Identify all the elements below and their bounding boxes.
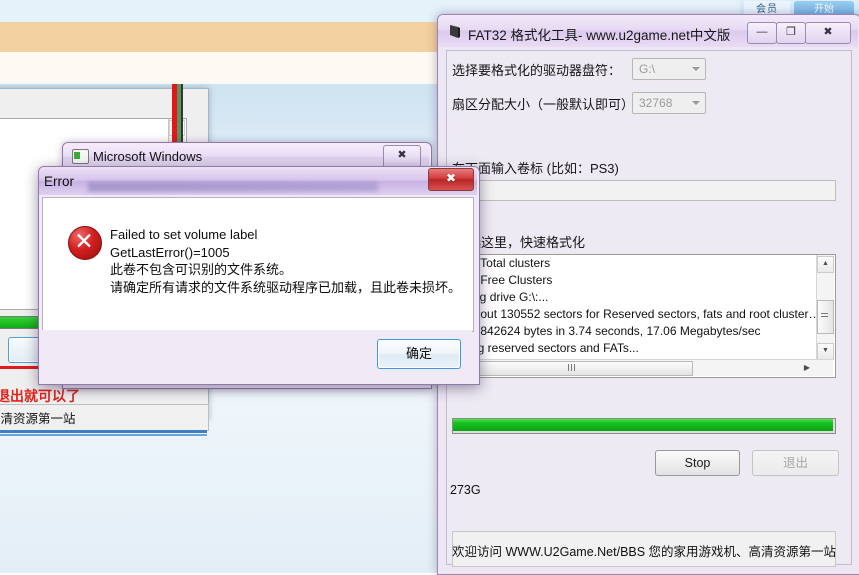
error-message-line: 此卷不包含可识别的文件系统。 xyxy=(110,262,293,277)
windows-dialog-icon-accent xyxy=(74,152,80,159)
background-app-blue-line-1 xyxy=(0,430,207,433)
mswin-dialog-title: Microsoft Windows xyxy=(93,149,203,164)
minimize-button[interactable]: — xyxy=(747,22,777,44)
list-item: lising reserved sectors and FATs... xyxy=(457,341,639,355)
list-item: ring out 130552 sectors for Reserved sec… xyxy=(457,307,821,321)
background-app-banner-text: 您的家用游戏机、高清资源第一站 xyxy=(0,412,76,426)
allocation-size-label: 扇区分配大小（一般默认即可） xyxy=(452,97,635,112)
background-app-red-note: 好了，点击退出就可以了 xyxy=(0,388,80,404)
background-app-blue-line-2 xyxy=(0,434,207,436)
error-message-line: 请确定所有请求的文件系统驱动程序已加载，且此卷未损坏。 xyxy=(110,279,462,295)
error-message: Failed to set volume label GetLastError(… xyxy=(110,226,462,296)
drive-select-dropdown[interactable]: G:\ xyxy=(632,58,706,80)
chevron-down-icon xyxy=(692,101,700,105)
scrollbar-grip-icon xyxy=(568,364,576,371)
scroll-up-icon[interactable]: ▲ xyxy=(817,256,834,273)
drive-select-label: 选择要格式化的驱动器盘符： xyxy=(452,63,622,78)
fat32-banner-text: 欢迎访问 WWW.U2Game.Net/BBS 您的家用游戏机、高清资源第一站 xyxy=(452,545,837,559)
format-progress-fill xyxy=(453,419,833,431)
list-item: atting drive G:\:... xyxy=(457,290,549,304)
drive-select-value: G:\ xyxy=(639,62,656,76)
error-x-glyph-icon: ✕ xyxy=(74,228,94,254)
error-dialog-title: Error xyxy=(44,174,74,189)
list-item: 128 Free Clusters xyxy=(457,273,553,287)
error-dialog-blurred-text xyxy=(88,182,378,192)
allocation-size-dropdown[interactable]: 32768 xyxy=(632,92,706,114)
app-icon xyxy=(448,24,462,39)
scroll-right-icon[interactable]: ▶ xyxy=(800,362,814,374)
maximize-button[interactable]: ❐ xyxy=(776,22,806,44)
list-item: e 66842624 bytes in 3.74 seconds, 17.06 … xyxy=(457,324,761,338)
scroll-down-icon[interactable]: ▼ xyxy=(817,343,834,360)
stop-button[interactable]: Stop xyxy=(655,450,740,476)
list-item: FAT, 2 fats xyxy=(0,119,186,136)
close-button[interactable]: ✖ xyxy=(428,168,474,191)
close-button[interactable]: ✖ xyxy=(805,22,851,44)
close-button[interactable]: ✖ xyxy=(383,145,421,168)
ok-button[interactable]: 确定 xyxy=(377,339,461,369)
quick-format-label: 选这里，快速格式化 xyxy=(468,235,586,250)
volume-label-input[interactable] xyxy=(452,180,836,201)
drive-size-text: 273G xyxy=(450,483,481,497)
chevron-down-icon xyxy=(692,67,700,71)
scrollbar-grip-icon xyxy=(821,313,828,319)
list-item: 129 Total clusters xyxy=(457,256,551,270)
error-message-line: Failed to set volume label xyxy=(110,227,258,242)
error-message-line: GetLastError()=1005 xyxy=(110,244,230,260)
allocation-size-value: 32768 xyxy=(639,96,673,110)
exit-button: 退出 xyxy=(752,450,839,476)
